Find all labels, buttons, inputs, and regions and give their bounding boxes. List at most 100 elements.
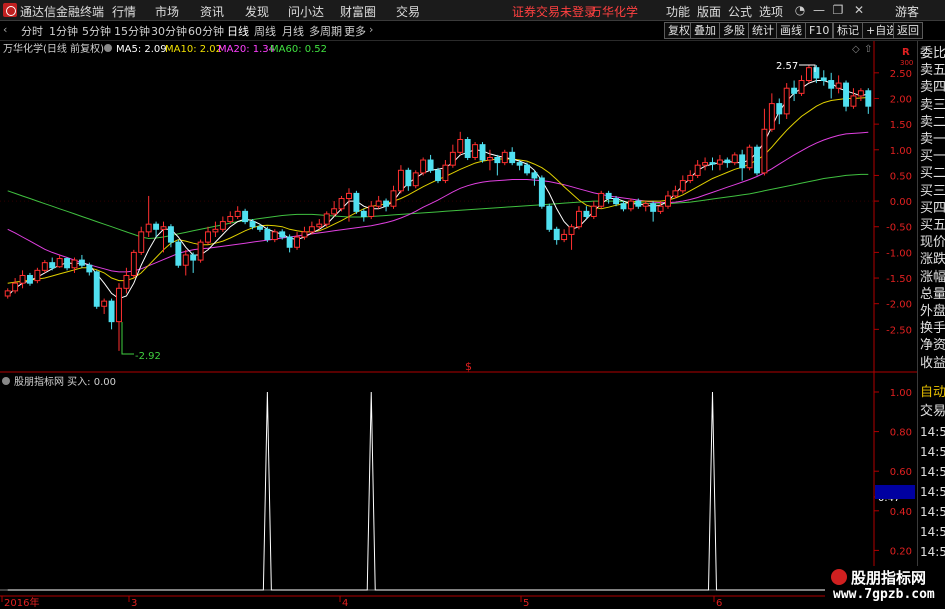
candle-up (197, 241, 204, 261)
candle-up (449, 151, 456, 166)
candle-down (405, 169, 412, 187)
indicator-tick-label: 1.00 (890, 388, 912, 399)
candle-down (620, 203, 627, 210)
candle-down (509, 151, 516, 164)
trade-time: 14:56 (920, 545, 945, 559)
candle-up (472, 144, 479, 158)
price-tick-label: 0.00 (890, 197, 912, 208)
candle-up (19, 274, 26, 284)
side-item[interactable]: 买二 (920, 165, 945, 183)
candle-down (538, 177, 545, 207)
candle-up (212, 228, 219, 233)
indicator-settings-icon[interactable] (2, 377, 10, 385)
candle-up (798, 80, 805, 94)
candle-up (323, 213, 330, 225)
price-tick-label: -1.50 (886, 274, 912, 285)
candle-up (420, 159, 427, 174)
price-tick-label: -2.00 (886, 300, 912, 311)
price-axis: 2.50 2.00 1.50 1.00 0.50 0.00 -0.50 -1.00 -1.50 -… (0, 69, 912, 336)
time-axis: 2016年 3 4 5 6 (1, 596, 722, 609)
candle-up (442, 164, 449, 182)
candle-down (279, 231, 286, 238)
candle-up (12, 282, 19, 292)
side-item[interactable]: 换手 (920, 320, 945, 338)
diamond-icon[interactable]: ◇ (852, 44, 860, 55)
side-item[interactable]: 涨幅 (920, 269, 945, 287)
candle-up (850, 95, 857, 107)
side-item[interactable]: 卖一 (920, 131, 945, 149)
candle-down (613, 198, 620, 205)
candle-up (731, 154, 738, 164)
candle-down (27, 274, 33, 284)
price-tick-label: 1.50 (890, 120, 912, 131)
trade-time: 14:56 (920, 505, 945, 519)
side-item[interactable]: 买三 (920, 183, 945, 201)
collapse-icon[interactable]: ⇧ (864, 44, 872, 55)
center-marker: $ (465, 360, 472, 373)
candle-up (123, 274, 130, 289)
candle-down (479, 144, 486, 161)
candle-up (56, 258, 63, 268)
candle-up (301, 231, 308, 238)
candle-up (234, 210, 241, 217)
candle-down (605, 192, 612, 200)
side-item[interactable]: 卖二 (920, 114, 945, 132)
ma20-label: MA20: 1.34 (218, 44, 275, 55)
side-item[interactable]: 涨跌 (920, 251, 945, 269)
candle-up (768, 103, 775, 130)
candle-down (820, 77, 827, 82)
side-item[interactable]: 买一 (920, 148, 945, 166)
side-item[interactable]: 净资 (920, 337, 945, 355)
indicator-series (7, 391, 869, 591)
side-item[interactable]: 委比 (920, 45, 945, 63)
candle-down (709, 162, 716, 165)
price-tick-label: 0.50 (890, 171, 912, 182)
low-price-marker: -2.92 (135, 351, 161, 362)
price-tick-label: -0.50 (886, 223, 912, 234)
chart-canvas[interactable]: 2.50 2.00 1.50 1.00 0.50 0.00 -0.50 -1.00 -1.50 -… (0, 0, 945, 609)
indicator-axis: 1.000.800.600.470.400.20 (874, 388, 912, 557)
time-tick-label: 6 (716, 598, 722, 609)
side-item[interactable]: 外盘 (920, 303, 945, 321)
candlestick-series (4, 65, 872, 351)
side-tab-trade[interactable]: 交易 (920, 403, 945, 421)
candle-up (486, 156, 493, 161)
candle-up (642, 203, 649, 207)
side-item[interactable]: 买四 (920, 200, 945, 218)
candle-down (791, 87, 798, 94)
side-item[interactable]: 卖三 (920, 97, 945, 115)
watermark-name: 股朋指标网 (851, 569, 927, 587)
candle-up (746, 146, 753, 169)
side-item[interactable]: 收益 (920, 355, 945, 373)
side-item[interactable]: 买五 (920, 217, 945, 235)
candle-up (672, 190, 679, 197)
candle-up (805, 67, 812, 82)
candle-down (494, 156, 501, 164)
candle-down (435, 169, 441, 182)
candle-up (308, 226, 315, 233)
trade-time: 14:56 (920, 525, 945, 539)
ma5-label: MA5: 2.09 (116, 44, 167, 55)
side-tab-auto[interactable]: 自动 (920, 384, 945, 402)
side-item[interactable]: 现价 (920, 234, 945, 252)
candle-up (679, 180, 686, 192)
time-tick-label: 2016年 (4, 596, 39, 609)
candle-down (93, 271, 100, 307)
candle-down (353, 192, 360, 212)
price-tick-label: 2.50 (890, 69, 912, 80)
candle-down (108, 300, 115, 323)
candle-up (130, 251, 137, 276)
candle-up (182, 254, 189, 266)
settings-gear-icon[interactable] (104, 44, 112, 52)
candle-up (761, 128, 768, 174)
ma20-line (7, 131, 869, 273)
side-item[interactable]: 卖四 (920, 79, 945, 97)
candle-down (843, 82, 849, 107)
side-item[interactable]: 总量 (920, 286, 945, 304)
candle-down (264, 228, 271, 241)
candle-up (368, 205, 375, 217)
ma5-line (7, 80, 869, 300)
side-item[interactable]: 卖五 (920, 62, 945, 80)
candle-up (145, 223, 152, 233)
candle-up (457, 139, 464, 153)
